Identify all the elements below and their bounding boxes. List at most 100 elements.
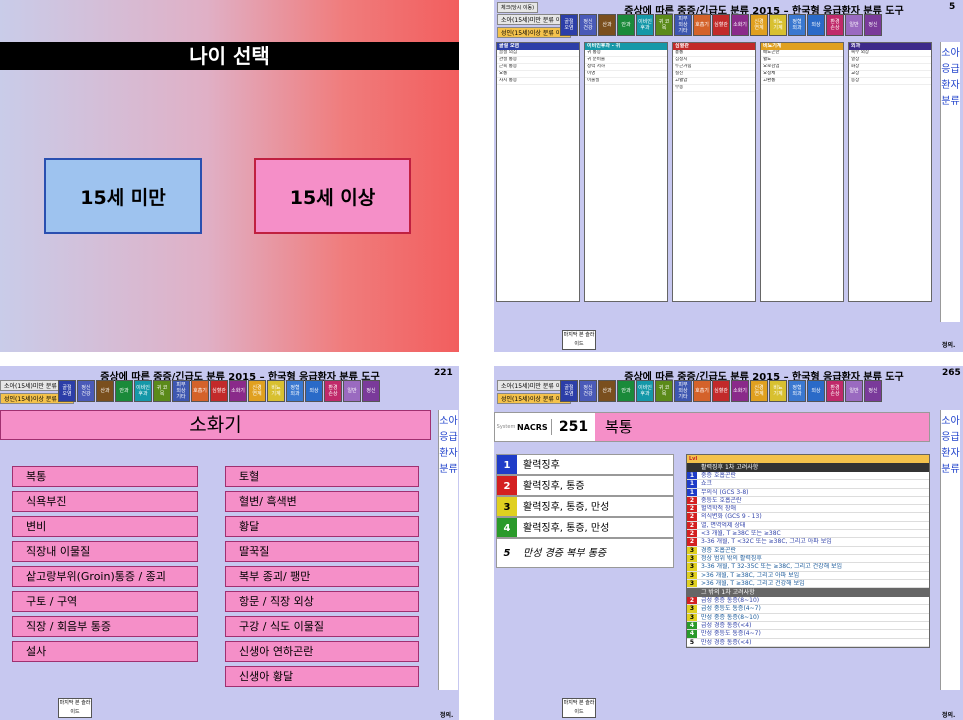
symptom-button[interactable]: 설사 [12,641,198,662]
category-item[interactable]: 사지 통증 [497,78,579,85]
category-button[interactable]: 정신 [864,14,882,36]
category-button[interactable]: 비뇨 기계 [267,380,285,402]
modifier-row[interactable]: 2 의식변화 (GCS 9 - 13) [687,513,929,522]
symptom-button[interactable]: 신생아 연하곤란 [225,641,419,662]
category-item[interactable]: 귀 통증 [585,50,667,57]
symptom-button[interactable]: 신생아 황달 [225,666,419,687]
category-button[interactable]: 골절 오염 [58,380,76,402]
category-button[interactable]: 비뇨 기계 [769,380,787,402]
symptom-button[interactable]: 황달 [225,516,419,537]
modifier-row[interactable]: 3 급성 중등도 통증(4~7) [687,605,929,614]
symptom-button[interactable]: 변비 [12,516,198,537]
category-item[interactable]: 흉통 [673,50,755,57]
category-button[interactable]: 심혈관 [712,380,730,402]
category-button[interactable]: 피부 외상 기타 [172,380,190,402]
category-button[interactable]: 안과 [115,380,133,402]
definition-button-4[interactable]: 정의. [942,710,955,719]
category-button[interactable]: 이비인후과 [134,380,152,402]
category-button[interactable]: 정형 외과 [788,380,806,402]
category-item[interactable]: 두근거림 [673,64,755,71]
modifier-row[interactable]: 5 만성 경증 통증(<4) [687,638,929,647]
triage-level-row[interactable]: 1 활력징후 [496,454,674,475]
category-button[interactable]: 골절 오염 [560,14,578,36]
category-button[interactable]: 일반 [845,14,863,36]
category-button[interactable]: 정신 건강 [77,380,95,402]
modifier-row[interactable]: 1 쇼크 [687,480,929,489]
category-button[interactable]: 안과 [617,14,635,36]
triage-level-row[interactable]: 2 활력징후, 통증 [496,475,674,496]
modifier-row[interactable]: 3 >36 개월, T ≥38C, 그리고 건강해 보임 [687,579,929,589]
category-button[interactable]: 외상 [807,380,825,402]
category-button[interactable]: 정신 [864,380,882,402]
modifier-row[interactable]: 2 3-36 개월, T <32C 또는 ≥38C, 그리고 아파 보임 [687,538,929,547]
category-button[interactable]: 소화기 [731,14,749,36]
category-button[interactable]: 신경 연계 [750,14,768,36]
category-item[interactable]: 화상 [849,64,931,71]
modifier-row[interactable]: 2 혈역학적 장애 [687,505,929,514]
category-button[interactable]: 피부 외상 기타 [674,380,692,402]
symptom-button[interactable]: 식욕부진 [12,491,198,512]
modifier-row[interactable]: 3 경증 호흡곤란 [687,546,929,555]
category-button[interactable]: 정신 [362,380,380,402]
category-button[interactable]: 이비인후과 [636,14,654,36]
category-button[interactable]: 신경 연계 [750,380,768,402]
triage-level-row[interactable]: 4 활력징후, 통증, 만성 [496,517,674,538]
category-button[interactable]: 심혈관 [210,380,228,402]
category-button[interactable]: 안과 [617,380,635,402]
category-button[interactable]: 소화기 [229,380,247,402]
category-item[interactable]: 배뇨곤란 [761,50,843,57]
symptom-button[interactable]: 딸꾹질 [225,541,419,562]
modifier-row[interactable]: 3 3-36 개월, T 32-35C 또는 ≥38C, 그리고 건강해 보임 [687,563,929,572]
category-button[interactable]: 귀 코 목 [153,380,171,402]
category-item[interactable]: 열상 [849,57,931,64]
category-item[interactable]: 심정지 [673,57,755,64]
modifier-row[interactable]: 1 무의식 (GCS 3-8) [687,488,929,497]
definition-button[interactable]: 정의. [942,340,955,349]
symptom-button[interactable]: 구강 / 식도 이물질 [225,616,419,637]
category-item[interactable]: 고환통 [761,78,843,85]
symptom-button[interactable]: 구토 / 구역 [12,591,198,612]
category-button[interactable]: 일반 [343,380,361,402]
modifier-row[interactable]: 3 만성 중증 통증(8~10) [687,613,929,623]
over-15-button[interactable]: 15세 이상 [254,158,411,234]
category-button[interactable]: 산과 [96,380,114,402]
category-item[interactable]: 동상 [849,78,931,85]
category-button[interactable]: 정형 외과 [286,380,304,402]
modifier-row[interactable]: 4 만성 중등도 통증(4~7) [687,630,929,639]
symptom-button[interactable]: 복통 [12,466,198,487]
under-15-button[interactable]: 15세 미만 [44,158,202,234]
category-item[interactable]: 실신 [673,71,755,78]
category-button[interactable]: 호흡기 [693,380,711,402]
category-item[interactable]: 교상 [849,71,931,78]
category-button[interactable]: 산과 [598,14,616,36]
modifier-row[interactable]: 3 정상 범위 밖의 활력징후 [687,554,929,564]
category-button[interactable]: 환경 손상 [826,380,844,402]
category-item[interactable]: 이물질 [585,78,667,85]
category-button[interactable]: 외상 [807,14,825,36]
category-button[interactable]: 정형 외과 [788,14,806,36]
definition-button-3[interactable]: 정의. [440,710,453,719]
category-button[interactable]: 외상 [305,380,323,402]
category-item[interactable]: 고혈압 [673,78,755,85]
triage-level-row[interactable]: 3 활력징후, 통증, 만성 [496,496,674,517]
modifier-row[interactable]: 2 중등도 호흡곤란 [687,496,929,506]
category-button[interactable]: 호흡기 [693,14,711,36]
category-button[interactable]: 일반 [845,380,863,402]
category-button[interactable]: 환경 손상 [324,380,342,402]
category-button[interactable]: 비뇨 기계 [769,14,787,36]
category-item[interactable]: 이명 [585,71,667,78]
category-button[interactable]: 산과 [598,380,616,402]
modifier-row[interactable]: 1 중증 호흡곤란 [687,472,929,481]
category-item[interactable]: 요정체 [761,71,843,78]
category-item[interactable]: 귀 분비물 [585,57,667,64]
category-button[interactable]: 이비인후과 [636,380,654,402]
symptom-button[interactable]: 항문 / 직장 외상 [225,591,419,612]
category-item[interactable]: 복부 외상 [849,50,931,57]
category-button[interactable]: 신경 연계 [248,380,266,402]
symptom-button[interactable]: 직장내 이물질 [12,541,198,562]
category-button[interactable]: 소화기 [731,380,749,402]
category-button[interactable]: 피부 외상 기타 [674,14,692,36]
category-button[interactable]: 환경 손상 [826,14,844,36]
category-item[interactable]: 혈뇨 [761,57,843,64]
category-item[interactable]: 요로감염 [761,64,843,71]
